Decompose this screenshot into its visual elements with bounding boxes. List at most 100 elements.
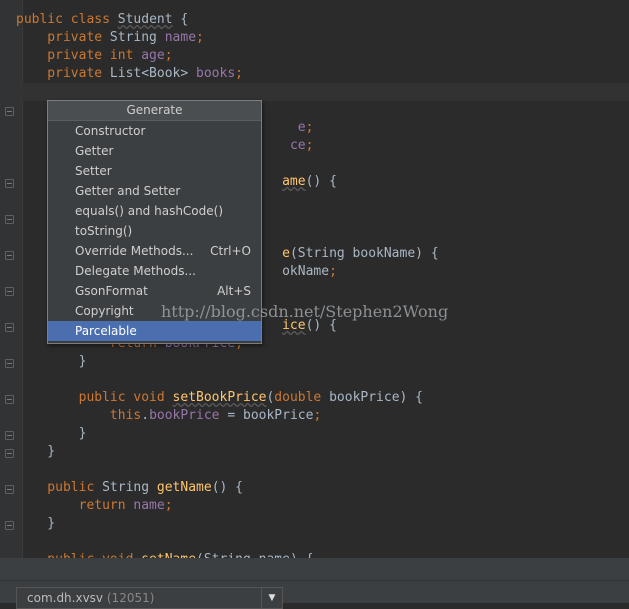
code-token: public (16, 480, 103, 495)
status-divider (0, 580, 629, 581)
code-line: } (16, 443, 55, 461)
code-token: } (16, 444, 56, 459)
fold-marker-icon[interactable] (5, 431, 14, 440)
menu-item[interactable]: equals() and hashCode() (48, 201, 261, 221)
code-token: books (196, 66, 236, 81)
code-token: ; (164, 48, 173, 63)
package-selector[interactable]: com.dh.xvsv (12051) ▼ (16, 587, 283, 609)
code-line: public void setBookPrice(double bookPric… (16, 389, 423, 407)
code-token: this (16, 408, 142, 423)
code-line: this.bookPrice = bookPrice; (16, 407, 321, 425)
code-token: Student (117, 12, 173, 27)
code-token: () { (305, 174, 337, 189)
menu-item[interactable]: toString() (48, 221, 261, 241)
menu-item-label: Parcelable (75, 324, 137, 338)
fold-marker-icon[interactable] (5, 521, 14, 530)
code-token: String (102, 480, 157, 495)
code-line: } (16, 425, 87, 443)
menu-item-label: Override Methods... (75, 244, 194, 258)
menu-item-label: Copyright (75, 304, 134, 318)
code-token: String (109, 30, 165, 45)
code-token: e (297, 120, 306, 135)
code-line: public class Student { (16, 11, 188, 29)
code-token: } (16, 516, 56, 531)
fold-marker-icon[interactable] (5, 485, 14, 494)
code-token: ; (305, 120, 314, 135)
code-token: ; (235, 66, 243, 81)
code-line: private List<Book> books; (16, 65, 243, 83)
menu-item[interactable]: Getter (48, 141, 261, 161)
code-line: } (16, 515, 55, 533)
code-token: List<Book> (109, 66, 197, 81)
code-token: setBookPrice (172, 390, 267, 405)
menu-item-label: Getter and Setter (75, 184, 181, 198)
code-token: } (16, 426, 87, 441)
menu-item[interactable]: GsonFormat Alt+S (48, 281, 261, 301)
code-line: public void setName(String name) { (16, 551, 313, 558)
code-token: name (133, 498, 165, 513)
menu-item[interactable]: Delegate Methods... (48, 261, 261, 281)
fold-marker-icon[interactable] (5, 395, 14, 404)
fold-marker-icon[interactable] (5, 359, 14, 368)
code-line: return name; (16, 497, 173, 515)
code-token: public (16, 12, 71, 27)
menu-item-label: Constructor (75, 124, 146, 138)
fold-marker-icon[interactable] (5, 179, 14, 188)
code-token: (String bookName) { (289, 246, 439, 261)
code-token: double (274, 390, 330, 405)
menu-item[interactable]: Getter and Setter (48, 181, 261, 201)
menu-item-label: equals() and hashCode() (75, 204, 224, 218)
code-token: ; (329, 264, 337, 279)
code-line: private int age; (16, 47, 173, 65)
code-line: private String name; (16, 29, 204, 47)
code-token: ce (289, 138, 306, 153)
code-token: bookPrice (149, 408, 220, 423)
menu-item[interactable]: Parcelable (48, 321, 261, 341)
chevron-down-icon[interactable]: ▼ (261, 588, 282, 608)
menu-item-label: GsonFormat (75, 284, 148, 298)
code-token: private (16, 30, 110, 45)
code-token: . (141, 408, 150, 423)
watermark: http://blog.csdn.net/Stephen2Wong (161, 302, 449, 321)
fold-marker-icon[interactable] (5, 251, 14, 260)
fold-marker-icon[interactable] (5, 215, 14, 224)
popup-title: Generate (48, 101, 261, 121)
menu-item[interactable]: Override Methods... Ctrl+O (48, 241, 261, 261)
package-label: com.dh.xvsv (12051) (27, 588, 154, 608)
code-token: ; (196, 30, 204, 45)
code-token: ; (164, 498, 173, 513)
current-line-highlight (22, 83, 629, 101)
code-token: { (172, 12, 189, 27)
code-token: ; (313, 408, 322, 423)
menu-item[interactable]: Setter (48, 161, 261, 181)
code-token: ame (282, 174, 306, 189)
menu-item-shortcut: Alt+S (217, 284, 251, 298)
code-token: okName (282, 264, 330, 279)
code-token: private (16, 66, 110, 81)
code-token: return (16, 498, 134, 513)
fold-marker-icon[interactable] (5, 449, 14, 458)
code-token: int (109, 48, 142, 63)
code-token: class (70, 12, 118, 27)
code-token: name (164, 30, 197, 45)
code-token: e (282, 246, 290, 261)
menu-item-shortcut: Ctrl+O (210, 244, 251, 258)
menu-item-label: toString() (75, 224, 133, 238)
fold-marker-icon[interactable] (5, 107, 14, 116)
menu-item[interactable]: Constructor (48, 121, 261, 141)
code-token: age (141, 48, 165, 63)
menu-item-label: Delegate Methods... (75, 264, 196, 278)
fold-marker-icon[interactable] (5, 287, 14, 296)
code-token: () { (211, 480, 243, 495)
menu-item-label: Getter (75, 144, 114, 158)
code-token: ; (305, 138, 314, 153)
code-token: void (133, 390, 173, 405)
menu-item-label: Setter (75, 164, 112, 178)
code-token: } (16, 354, 87, 369)
code-token: public (16, 390, 134, 405)
code-token: = bookPrice (219, 408, 314, 423)
code-token: getName (156, 480, 212, 495)
fold-marker-icon[interactable] (5, 323, 14, 332)
code-line: public String getName() { (16, 479, 243, 497)
code-token: private (16, 48, 110, 63)
